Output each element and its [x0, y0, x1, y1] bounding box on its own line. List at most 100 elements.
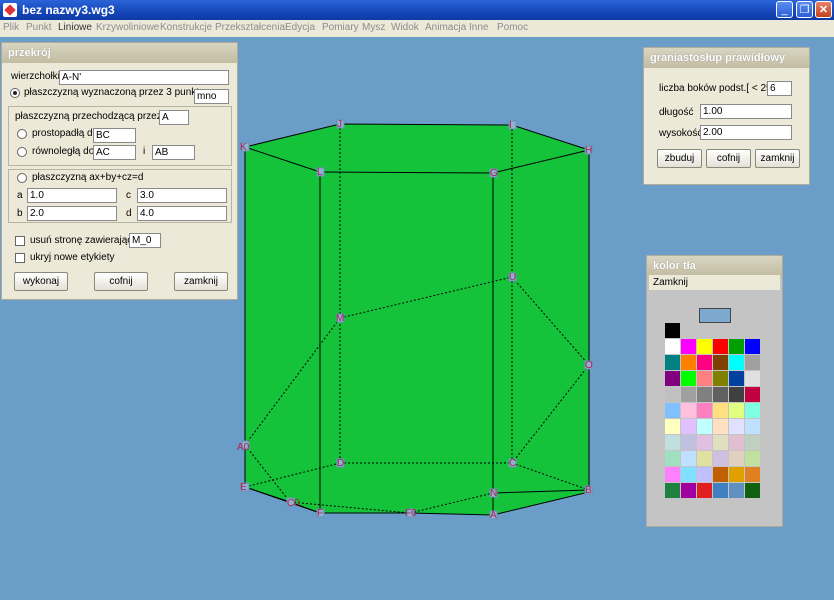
color-swatch[interactable] [697, 339, 712, 354]
color-swatch[interactable] [745, 403, 760, 418]
color-swatch[interactable] [665, 483, 680, 498]
color-swatch[interactable] [665, 339, 680, 354]
color-swatch[interactable] [665, 435, 680, 450]
par-input-1[interactable]: AC [93, 145, 136, 160]
color-swatch[interactable] [745, 339, 760, 354]
selected-color-swatch [699, 308, 731, 323]
color-swatch[interactable] [681, 403, 696, 418]
color-swatch[interactable] [697, 467, 712, 482]
equation-radio[interactable] [17, 173, 27, 183]
color-swatch[interactable] [681, 467, 696, 482]
equation-label: płaszczyzną ax+by+cz=d [32, 172, 144, 183]
color-swatch[interactable] [713, 355, 728, 370]
color-swatch[interactable] [665, 371, 680, 386]
color-swatch[interactable] [697, 483, 712, 498]
color-swatch[interactable] [745, 419, 760, 434]
graniastoslup-panel: graniastosłup prawidłowy liczba boków po… [643, 47, 810, 185]
color-swatch[interactable] [665, 467, 680, 482]
color-swatch[interactable] [745, 435, 760, 450]
remove-input[interactable]: M_0 [129, 233, 161, 248]
length-label: długość [659, 107, 694, 118]
color-swatch[interactable] [713, 419, 728, 434]
color-swatch[interactable] [745, 483, 760, 498]
color-swatch[interactable] [697, 403, 712, 418]
color-swatch[interactable] [745, 371, 760, 386]
plane3-input[interactable]: mno [194, 89, 229, 104]
color-swatch[interactable] [697, 387, 712, 402]
color-swatch[interactable] [713, 387, 728, 402]
color-swatch[interactable] [745, 355, 760, 370]
color-swatch[interactable] [713, 339, 728, 354]
par-input-2[interactable]: AB [152, 145, 195, 160]
color-swatch[interactable] [681, 387, 696, 402]
wierzcholki-label: wierzchołki [11, 71, 60, 82]
color-swatch[interactable] [729, 387, 744, 402]
color-swatch[interactable] [729, 451, 744, 466]
graniastoslup-undo-button[interactable]: cofnij [706, 149, 751, 168]
color-swatch[interactable] [729, 467, 744, 482]
color-swatch[interactable] [745, 467, 760, 482]
a-input[interactable]: 1.0 [27, 188, 117, 203]
b-label: b [17, 208, 23, 219]
color-swatch[interactable] [665, 419, 680, 434]
color-swatch[interactable] [713, 483, 728, 498]
d-input[interactable]: 4.0 [137, 206, 227, 221]
color-swatch[interactable] [729, 355, 744, 370]
label-a0: A0 [237, 442, 250, 453]
color-swatch[interactable] [713, 403, 728, 418]
color-swatch[interactable] [697, 435, 712, 450]
color-swatch[interactable] [713, 371, 728, 386]
par-label: równoległą do [32, 146, 95, 157]
color-swatch[interactable] [697, 451, 712, 466]
through-input[interactable]: A [159, 110, 189, 125]
color-swatch[interactable] [681, 419, 696, 434]
height-input[interactable]: 2.00 [700, 125, 792, 140]
color-swatch[interactable] [729, 435, 744, 450]
par-radio[interactable] [17, 147, 27, 157]
perp-input[interactable]: BC [93, 128, 136, 143]
label-b: B [585, 485, 592, 496]
przekroj-undo-button[interactable]: cofnij [94, 272, 148, 291]
color-swatch[interactable] [745, 451, 760, 466]
color-swatch[interactable] [665, 451, 680, 466]
graniastoslup-close-button[interactable]: zamknij [755, 149, 800, 168]
color-swatch[interactable] [681, 355, 696, 370]
perp-radio[interactable] [17, 129, 27, 139]
plane3-radio[interactable] [10, 88, 20, 98]
color-swatch[interactable] [713, 451, 728, 466]
build-button[interactable]: zbuduj [657, 149, 702, 168]
color-swatch[interactable] [729, 419, 744, 434]
color-swatch[interactable] [745, 387, 760, 402]
hide-labels-checkbox[interactable] [15, 253, 25, 263]
color-swatch[interactable] [665, 387, 680, 402]
color-swatch[interactable] [713, 435, 728, 450]
color-swatch[interactable] [681, 371, 696, 386]
przekroj-close-button[interactable]: zamknij [174, 272, 228, 291]
color-swatch[interactable] [729, 371, 744, 386]
color-swatch[interactable] [713, 467, 728, 482]
color-swatch[interactable] [697, 355, 712, 370]
color-swatch[interactable] [681, 339, 696, 354]
label-n: N [490, 488, 497, 499]
color-swatch[interactable] [681, 451, 696, 466]
color-swatch[interactable] [729, 483, 744, 498]
remove-checkbox[interactable] [15, 236, 25, 246]
b-input[interactable]: 2.0 [27, 206, 117, 221]
color-swatch[interactable] [729, 403, 744, 418]
color-swatch[interactable] [697, 371, 712, 386]
execute-button[interactable]: wykonaj [14, 272, 68, 291]
color-swatch[interactable] [681, 435, 696, 450]
color-swatch[interactable] [665, 403, 680, 418]
color-swatch[interactable] [665, 323, 680, 338]
label-d: D [337, 458, 344, 469]
color-swatch[interactable] [665, 355, 680, 370]
wierzcholki-input[interactable]: A-N' [59, 70, 229, 85]
color-swatch[interactable] [697, 419, 712, 434]
kolor-close-button[interactable]: Zamknij [649, 275, 780, 290]
color-swatch[interactable] [729, 339, 744, 354]
c-input[interactable]: 3.0 [137, 188, 227, 203]
length-input[interactable]: 1.00 [700, 104, 792, 119]
label-c0: C0 [287, 498, 300, 509]
color-swatch[interactable] [681, 483, 696, 498]
sides-input[interactable]: 6 [767, 81, 792, 96]
